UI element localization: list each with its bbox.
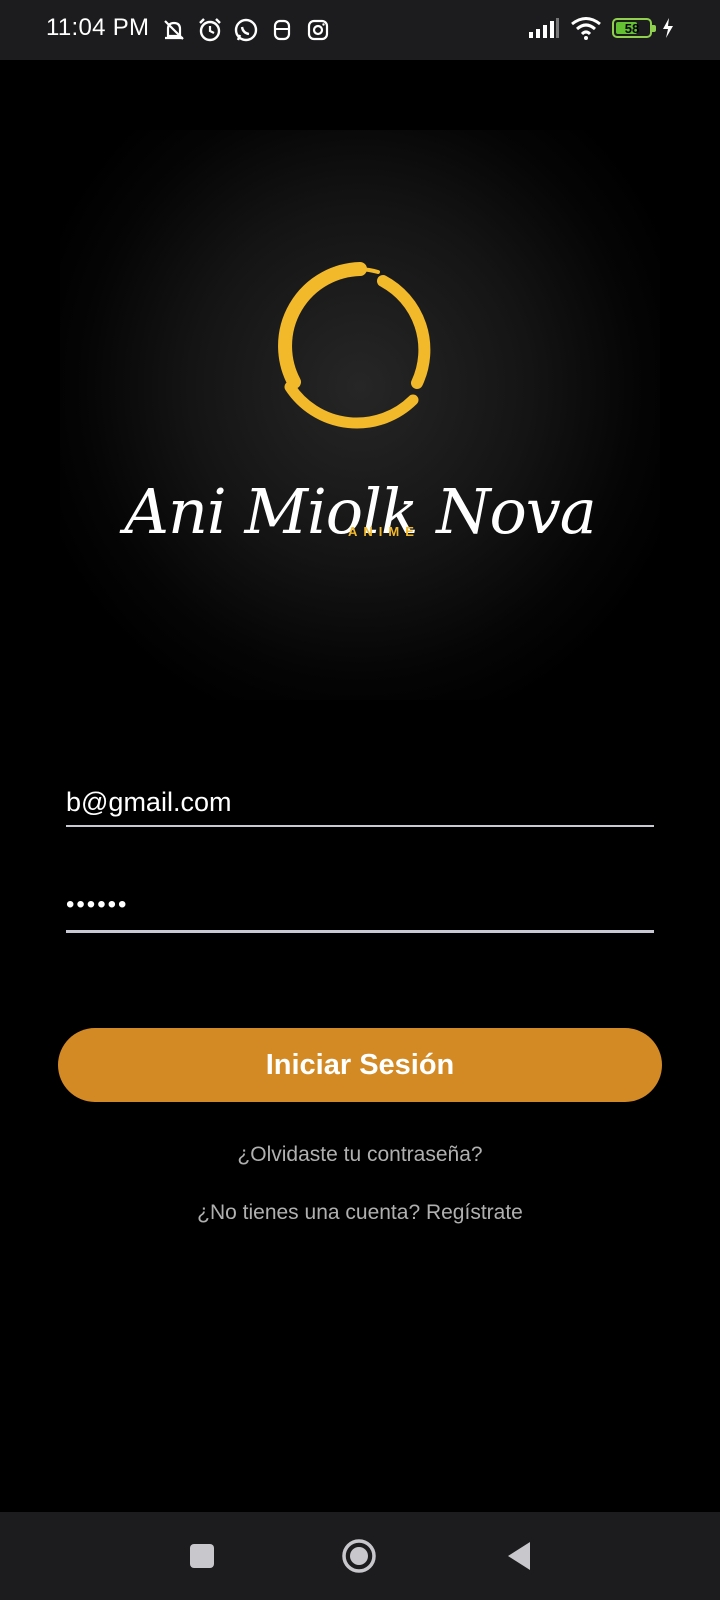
ring-logo-icon bbox=[278, 262, 431, 429]
login-button[interactable]: Iniciar Sesión bbox=[58, 1028, 662, 1102]
email-field[interactable] bbox=[66, 780, 654, 827]
navigation-bar bbox=[0, 1512, 720, 1600]
app-notification-icon bbox=[273, 19, 291, 41]
forgot-password-link[interactable]: ¿Olvidaste tu contraseña? bbox=[0, 1143, 720, 1167]
home-icon[interactable] bbox=[341, 1538, 377, 1574]
battery-icon: 58 bbox=[612, 18, 656, 38]
brand-tagline: ANIME bbox=[348, 524, 420, 539]
status-time: 11:04 PM bbox=[46, 14, 150, 41]
instagram-icon bbox=[307, 19, 329, 41]
whatsapp-icon bbox=[234, 18, 258, 42]
alarm-icon bbox=[199, 18, 221, 42]
password-input[interactable] bbox=[66, 882, 654, 928]
password-field[interactable] bbox=[66, 882, 654, 933]
signal-icon bbox=[529, 18, 559, 38]
system-status: 58 bbox=[528, 16, 674, 40]
back-icon[interactable] bbox=[502, 1538, 538, 1574]
notification-icons bbox=[160, 16, 332, 44]
muted-notification-icon bbox=[164, 20, 184, 40]
wifi-icon bbox=[571, 17, 601, 40]
charging-icon bbox=[663, 18, 673, 38]
app-logo: Ani Miolk Nova ANIME bbox=[60, 130, 660, 700]
battery-level: 58 bbox=[624, 20, 640, 36]
register-link[interactable]: ¿No tienes una cuenta? Regístrate bbox=[0, 1201, 720, 1225]
email-input[interactable] bbox=[66, 780, 654, 824]
status-bar: 11:04 PM 58 bbox=[0, 0, 720, 60]
recents-icon[interactable] bbox=[184, 1538, 220, 1574]
